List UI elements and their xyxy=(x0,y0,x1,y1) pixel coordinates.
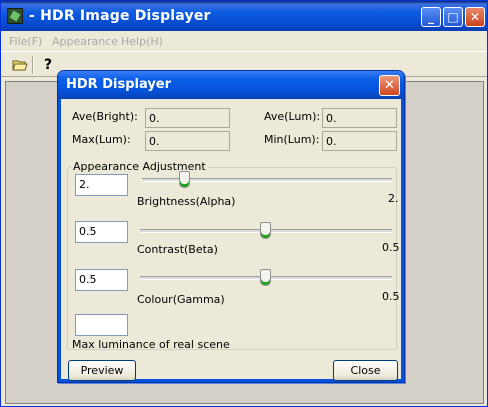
minimize-button[interactable]: _ xyxy=(421,7,441,27)
brightness-input[interactable]: 2. xyxy=(75,174,128,196)
preview-button[interactable]: Preview xyxy=(68,360,136,381)
contrast-readout: 0.5 xyxy=(382,241,400,254)
maximize-button[interactable]: □ xyxy=(443,7,463,27)
menu-bar: File(F) Appearance Help(H) xyxy=(1,31,487,51)
min-lum-label: Min(Lum): xyxy=(264,133,320,146)
brightness-readout: 2. xyxy=(388,192,399,205)
max-lum-field: 0. xyxy=(145,131,230,151)
max-lum-label: Max(Lum): xyxy=(72,133,131,146)
dialog-title-bar[interactable]: HDR Displayer ✕ xyxy=(58,71,404,99)
contrast-slider-thumb[interactable] xyxy=(260,222,271,239)
open-folder-icon[interactable] xyxy=(11,56,29,74)
app-icon xyxy=(7,8,23,24)
toolbar-separator xyxy=(32,56,34,74)
colour-readout: 0.5 xyxy=(382,290,400,303)
menu-file[interactable]: File(F) xyxy=(9,35,42,48)
colour-input[interactable]: 0.5 xyxy=(75,269,128,291)
ave-lum-field: 0. xyxy=(322,108,397,128)
hdr-displayer-dialog: HDR Displayer ✕ Ave(Bright): 0. Ave(Lum)… xyxy=(57,70,405,383)
contrast-input[interactable]: 0.5 xyxy=(75,221,128,243)
contrast-label: Contrast(Beta) xyxy=(137,243,218,256)
ave-bright-field: 0. xyxy=(145,108,230,128)
ave-lum-label: Ave(Lum): xyxy=(264,110,321,123)
brightness-label: Brightness(Alpha) xyxy=(137,195,236,208)
colour-label: Colour(Gamma) xyxy=(137,293,225,306)
menu-appearance[interactable]: Appearance xyxy=(52,35,118,48)
max-luminance-label: Max luminance of real scene xyxy=(72,338,230,351)
min-lum-field: 0. xyxy=(322,131,397,151)
colour-slider-thumb[interactable] xyxy=(260,269,271,286)
menu-help[interactable]: Help(H) xyxy=(121,35,163,48)
main-window-title: - HDR Image Displayer xyxy=(29,8,211,24)
max-luminance-input[interactable] xyxy=(75,314,128,336)
dialog-close-icon[interactable]: ✕ xyxy=(379,75,400,96)
main-title-bar[interactable]: - HDR Image Displayer _ □ ✕ xyxy=(1,1,487,31)
ave-bright-label: Ave(Bright): xyxy=(72,110,138,123)
help-icon[interactable]: ? xyxy=(39,56,57,74)
close-button[interactable]: Close xyxy=(333,360,398,381)
brightness-slider-thumb[interactable] xyxy=(178,171,190,188)
dialog-title: HDR Displayer xyxy=(66,77,172,92)
main-close-button[interactable]: ✕ xyxy=(465,7,485,27)
